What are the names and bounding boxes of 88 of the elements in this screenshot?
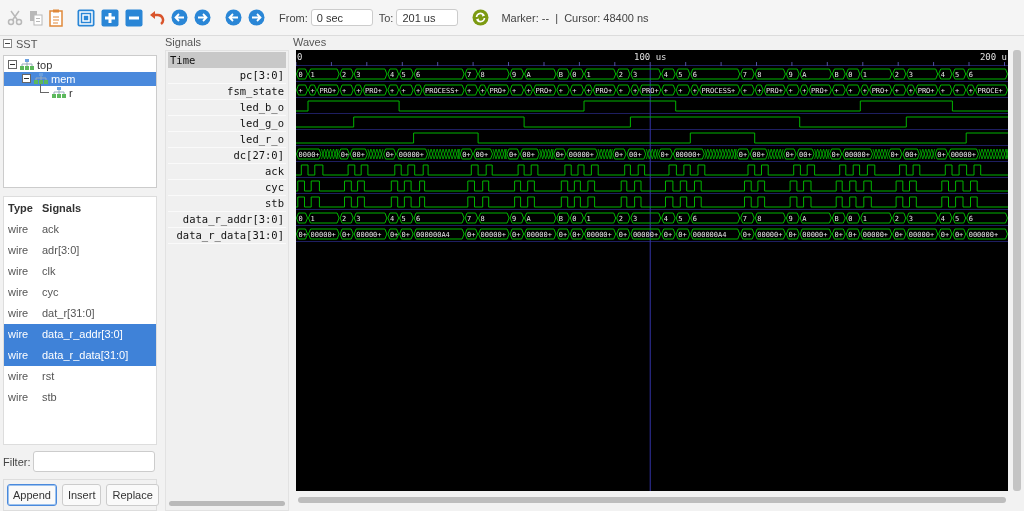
time-header: Time <box>168 52 286 68</box>
signal-row[interactable]: wire rst <box>4 365 156 387</box>
type-cell-text: wire <box>7 328 30 341</box>
collapse-icon[interactable] <box>22 74 31 84</box>
toggling-drawing <box>492 148 507 160</box>
signal-name[interactable]: fsm_state <box>168 84 286 100</box>
tree-item[interactable]: mem <box>4 71 156 86</box>
toggling-drawing <box>539 148 554 160</box>
signal-name[interactable]: data_r_addr[3:0] <box>168 212 286 228</box>
tree-item[interactable]: r <box>4 85 156 100</box>
signal-row[interactable]: wire adr[3:0] <box>4 239 156 261</box>
hierarchy-icon <box>34 73 48 85</box>
type-cell-text: wire <box>7 223 30 236</box>
scrollbar[interactable] <box>1013 50 1021 491</box>
toggling-drawing <box>767 148 784 160</box>
action-button[interactable]: Append <box>7 484 57 506</box>
signal-row[interactable]: wire data_r_addr[3:0] <box>4 323 156 345</box>
signal-name[interactable]: led_b_o <box>168 100 286 116</box>
toggling-drawing <box>919 148 936 160</box>
toggling-drawing <box>597 148 613 160</box>
signal-name-cell: ack <box>42 223 60 236</box>
clipboard-icon[interactable] <box>49 8 63 27</box>
reload-icon[interactable] <box>472 9 490 26</box>
signal-name-cell: data_r_data[31:0] <box>42 349 129 362</box>
signal-name[interactable]: dc[27:0] <box>168 148 286 164</box>
signal-name-cell: data_r_addr[3:0] <box>42 328 123 341</box>
status-text: Marker: -- | Cursor: 48400 ns <box>501 11 649 24</box>
toggling-drawing <box>978 148 1008 160</box>
signal-name-cell: dat_r[31:0] <box>42 307 95 320</box>
type-cell-text: wire <box>7 349 30 362</box>
zoom-out-icon[interactable] <box>125 8 143 27</box>
signal-row[interactable]: wire stb <box>4 386 156 408</box>
column-header[interactable]: Type <box>4 201 42 214</box>
signal-row[interactable]: wire ack <box>4 218 156 240</box>
to-label: To: <box>378 11 394 24</box>
toggling-drawing <box>367 148 384 160</box>
filter-field[interactable] <box>32 451 155 473</box>
signal-row[interactable]: wire data_r_data[31:0] <box>4 344 156 366</box>
pane-title: Signals <box>165 36 203 50</box>
signal-name[interactable]: data_r_data[31:0] <box>168 228 286 244</box>
type-cell-text: wire <box>7 265 30 278</box>
type-cell-text: wire <box>7 391 30 404</box>
signal-name-cell: cyc <box>42 286 59 299</box>
undo-icon[interactable] <box>149 9 165 26</box>
time-label: 0 <box>297 52 303 62</box>
toggling-drawing <box>704 148 737 160</box>
action-button[interactable]: Replace <box>106 484 159 506</box>
signal-name[interactable]: pc[3:0] <box>168 68 286 84</box>
type-cell-text: wire <box>7 244 30 257</box>
hierarchy-icon <box>52 87 66 99</box>
signal-name-cell: stb <box>42 391 57 404</box>
from-field[interactable]: 0 sec <box>310 9 373 26</box>
toggling-drawing <box>872 148 889 160</box>
toggling-drawing <box>321 148 339 160</box>
to-field[interactable]: 201 us <box>396 9 459 26</box>
signal-name-cell: rst <box>42 370 55 383</box>
signal-row[interactable]: wire dat_r[31:0] <box>4 302 156 324</box>
hierarchy-icon <box>20 59 34 71</box>
tree-item[interactable]: top <box>4 57 156 72</box>
zoom-in-icon[interactable] <box>101 8 119 27</box>
type-cell-text: wire <box>7 286 30 299</box>
type-cell-text: wire <box>7 370 30 383</box>
toggling-drawing <box>645 148 659 160</box>
signal-row[interactable]: wire clk <box>4 260 156 282</box>
column-header[interactable]: Signals <box>42 201 82 214</box>
pane-title: SST <box>16 37 38 50</box>
collapse-icon[interactable] <box>8 60 17 70</box>
from-label: From: <box>279 11 308 24</box>
time-label: 200 u <box>979 52 1007 62</box>
signal-name[interactable]: cyc <box>168 180 286 196</box>
time-label: 100 us <box>633 52 667 62</box>
scrollbar[interactable] <box>169 501 285 506</box>
signal-name-cell: clk <box>42 265 56 278</box>
signal-name[interactable]: led_r_o <box>168 132 286 148</box>
collapse-icon[interactable] <box>3 39 12 49</box>
signal-name[interactable]: ack <box>168 164 286 180</box>
signal-row[interactable]: wire cyc <box>4 281 156 303</box>
signal-name[interactable]: stb <box>168 196 286 212</box>
scrollbar[interactable] <box>298 497 1006 503</box>
signal-name[interactable]: led_g_o <box>168 116 286 132</box>
signal-name-cell: adr[3:0] <box>42 244 80 257</box>
filter-label: Filter: <box>3 455 31 468</box>
zoom-fit-icon[interactable] <box>77 8 95 27</box>
type-cell-text: wire <box>7 307 30 320</box>
action-button[interactable]: Insert <box>61 484 102 506</box>
toggling-drawing <box>427 148 461 160</box>
toggling-drawing <box>814 148 830 160</box>
pane-title: Waves <box>293 36 328 50</box>
